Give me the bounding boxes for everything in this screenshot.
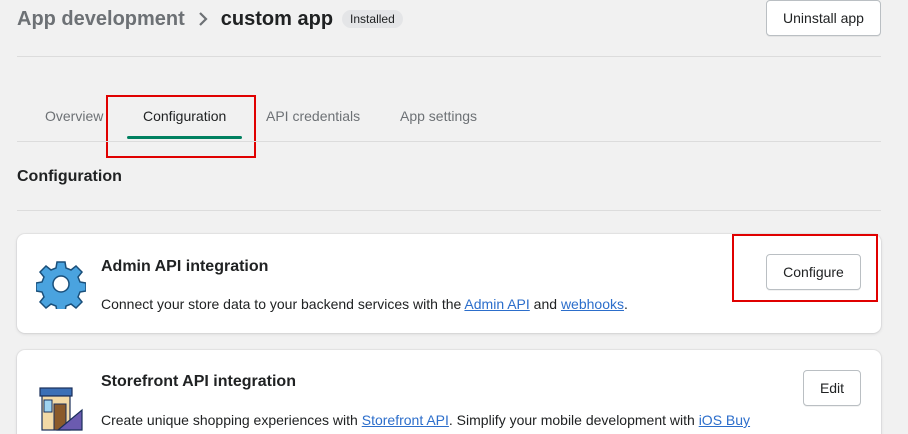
header-divider [17,56,881,57]
section-title: Configuration [17,168,122,185]
page-header: App development custom app Installed Uni… [0,0,908,56]
admin-card-description: Connect your store data to your backend … [101,296,628,312]
gear-icon [35,259,87,313]
tab-bar: Overview Configuration API credentials A… [17,96,881,142]
storefront-card-title: Storefront API integration [101,373,296,390]
storefront-desc-prefix: Create unique shopping experiences with [101,412,362,428]
page-title: custom app [220,7,334,30]
active-tab-indicator [127,136,242,139]
section-divider [17,210,881,211]
tab-api-credentials[interactable]: API credentials [266,96,360,142]
chevron-right-icon [197,12,211,26]
status-badge: Installed [342,10,403,28]
breadcrumb-app-development[interactable]: App development [17,8,185,31]
storefront-desc-mid: . Simplify your mobile development with [448,412,699,428]
tab-overview[interactable]: Overview [45,96,103,142]
admin-card-title: Admin API integration [101,258,269,275]
storefront-api-link[interactable]: Storefront API [362,412,449,428]
configure-button[interactable]: Configure [766,254,861,290]
tab-app-settings[interactable]: App settings [400,96,477,142]
admin-api-card: Admin API integration Connect your store… [17,234,881,333]
webhooks-link[interactable]: webhooks [561,296,624,312]
admin-desc-suffix: . [623,296,628,312]
storefront-icon [36,384,86,434]
admin-desc-mid: and [529,296,561,312]
tabs-divider [17,141,881,142]
admin-desc-prefix: Connect your store data to your backend … [101,296,465,312]
uninstall-app-button[interactable]: Uninstall app [766,0,881,36]
ios-buy-link[interactable]: iOS Buy [699,412,750,428]
admin-api-link[interactable]: Admin API [464,296,529,312]
breadcrumb: App development custom app Installed [17,6,403,32]
edit-button[interactable]: Edit [803,370,861,406]
storefront-api-card: Storefront API integration Create unique… [17,350,881,434]
app-config-page: App development custom app Installed Uni… [0,0,908,434]
storefront-card-description: Create unique shopping experiences with … [101,412,750,428]
